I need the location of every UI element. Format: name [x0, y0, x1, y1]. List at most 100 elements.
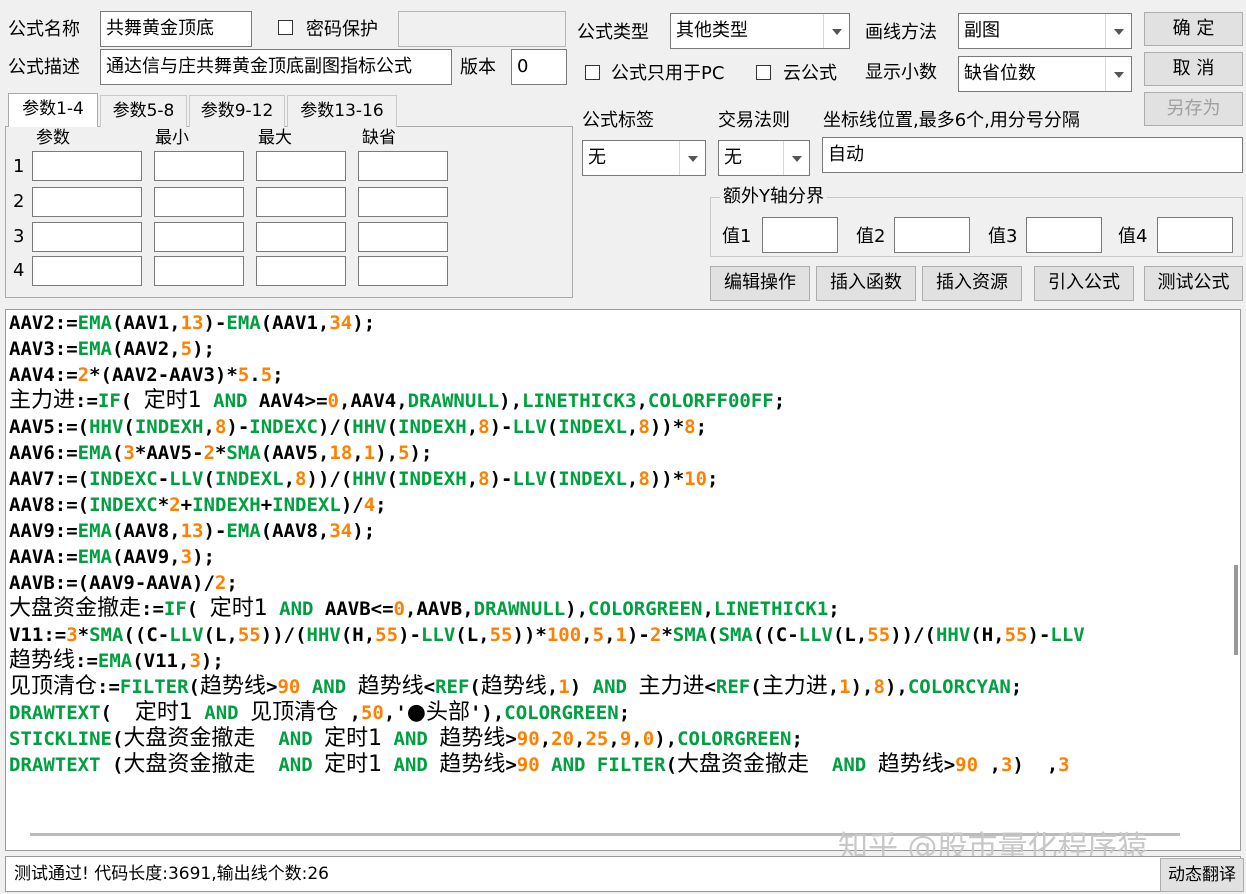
chevron-down-icon[interactable]: [783, 141, 809, 175]
code-token: AND: [393, 754, 428, 776]
y-value4-input[interactable]: [1157, 217, 1233, 253]
code-token: 大盘资金撤走: [123, 752, 256, 777]
code-token: 55: [489, 624, 513, 646]
code-token: AAV2:=: [9, 312, 78, 334]
code-line: 大盘资金撤走:=IF( 定时1 AND AAVB<=0,AAVB,DRAWNUL…: [9, 596, 1085, 622]
param3-default-input[interactable]: [358, 222, 448, 252]
vertical-scrollbar[interactable]: [1234, 565, 1238, 655]
pc-only-checkbox[interactable]: [585, 65, 600, 80]
code-token: EMA: [226, 312, 261, 334]
insert-function-button[interactable]: 插入函数: [816, 266, 916, 301]
formula-name-input[interactable]: 共舞黄金顶底: [100, 11, 252, 47]
decimals-select[interactable]: 缺省位数: [958, 56, 1132, 92]
edit-operation-button[interactable]: 编辑操作: [710, 266, 810, 301]
code-token: 13: [180, 520, 204, 542]
param2-min-input[interactable]: [154, 187, 244, 217]
code-token: ))/(: [260, 624, 307, 646]
trade-rule-select[interactable]: 无: [718, 140, 810, 176]
code-token: 50: [360, 702, 384, 724]
code-token: (L,: [455, 624, 490, 646]
code-line: DRAWTEXT (大盘资金撤走 AND 定时1 AND 趋势线>90 AND …: [9, 752, 1085, 778]
code-token: ,AAVB,: [405, 598, 474, 620]
param3-max-input[interactable]: [256, 222, 346, 252]
param1-default-input[interactable]: [358, 151, 448, 181]
param1-max-input[interactable]: [256, 151, 346, 181]
y-value3-input[interactable]: [1026, 217, 1102, 253]
save-as-button[interactable]: 另存为: [1144, 92, 1243, 126]
tab-params-13-16[interactable]: 参数13-16: [287, 95, 397, 127]
draw-method-select[interactable]: 副图: [958, 13, 1132, 49]
code-token: >: [943, 754, 956, 776]
chevron-down-icon[interactable]: [823, 14, 849, 48]
param-row-number: 3: [13, 226, 25, 247]
param4-min-input[interactable]: [154, 256, 244, 286]
code-editor[interactable]: AAV2:=EMA(AAV1,13)-EMA(AAV1,34); AAV3:=EM…: [5, 309, 1241, 851]
version-input[interactable]: 0: [511, 49, 567, 85]
param3-name-input[interactable]: [32, 222, 142, 252]
code-token: COLORCYAN: [907, 676, 1011, 698]
cloud-checkbox[interactable]: [756, 65, 771, 80]
code-token: 34: [329, 520, 353, 542]
code-token: (: [469, 676, 481, 698]
import-formula-button[interactable]: 引入公式: [1034, 266, 1134, 301]
dynamic-translate-button[interactable]: 动态翻译: [1160, 858, 1244, 892]
code-token: INDEXC: [249, 416, 318, 438]
formula-type-select[interactable]: 其他类型: [670, 13, 850, 49]
cancel-button[interactable]: 取 消: [1144, 52, 1243, 86]
param2-default-input[interactable]: [358, 187, 448, 217]
password-input: [398, 11, 566, 47]
param1-name-input[interactable]: [32, 151, 142, 181]
code-token: (: [386, 468, 399, 490]
code-line: AAV2:=EMA(AAV1,13)-EMA(AAV1,34);: [9, 310, 1085, 336]
code-token: 5: [237, 364, 250, 386]
ok-button[interactable]: 确 定: [1144, 12, 1243, 46]
code-token: *: [157, 494, 170, 516]
test-formula-button[interactable]: 测试公式: [1144, 266, 1243, 301]
code-token: 5: [592, 624, 605, 646]
chevron-down-icon[interactable]: [1105, 14, 1131, 48]
y-value2-input[interactable]: [894, 217, 970, 253]
param2-max-input[interactable]: [256, 187, 346, 217]
code-token: ,: [702, 598, 714, 620]
axis-position-input[interactable]: 自动: [822, 137, 1243, 173]
code-token: )-: [626, 624, 650, 646]
param3-min-input[interactable]: [154, 222, 244, 252]
chevron-down-icon[interactable]: [1105, 57, 1131, 91]
code-token: 1: [558, 676, 570, 698]
tab-params-1-4[interactable]: 参数1-4: [8, 93, 98, 127]
code-token: 主力进: [9, 388, 76, 413]
code-token: SMA: [672, 624, 708, 646]
param1-min-input[interactable]: [154, 151, 244, 181]
code-token: AND: [278, 728, 313, 750]
code-token: :=: [75, 390, 98, 412]
param4-name-input[interactable]: [32, 256, 142, 286]
code-token: ),: [565, 598, 589, 620]
tab-params-9-12[interactable]: 参数9-12: [189, 95, 285, 127]
formula-tag-select[interactable]: 无: [582, 140, 706, 176]
code-token: ,: [338, 702, 361, 724]
code-token: HHV: [352, 468, 387, 490]
param4-default-input[interactable]: [358, 256, 448, 286]
y-value1-input[interactable]: [762, 217, 838, 253]
insert-resource-button[interactable]: 插入资源: [922, 266, 1022, 301]
code-token: 3: [189, 650, 201, 672]
code-token: 9: [619, 728, 632, 750]
code-token: 定时1: [324, 752, 383, 777]
trade-rule-label: 交易法则: [718, 110, 790, 131]
code-token: 55: [1004, 624, 1028, 646]
code-token: *: [77, 624, 90, 646]
formula-desc-input[interactable]: 通达信与庄共舞黄金顶底副图指标公式: [100, 49, 452, 85]
code-token: 90: [955, 754, 979, 776]
param4-max-input[interactable]: [256, 256, 346, 286]
code-token: AAVB<=: [313, 598, 394, 620]
code-token: 25: [585, 728, 609, 750]
tab-params-5-8[interactable]: 参数5-8: [100, 95, 187, 127]
password-checkbox[interactable]: [278, 20, 293, 35]
chevron-down-icon[interactable]: [679, 141, 705, 175]
param2-name-input[interactable]: [32, 187, 142, 217]
